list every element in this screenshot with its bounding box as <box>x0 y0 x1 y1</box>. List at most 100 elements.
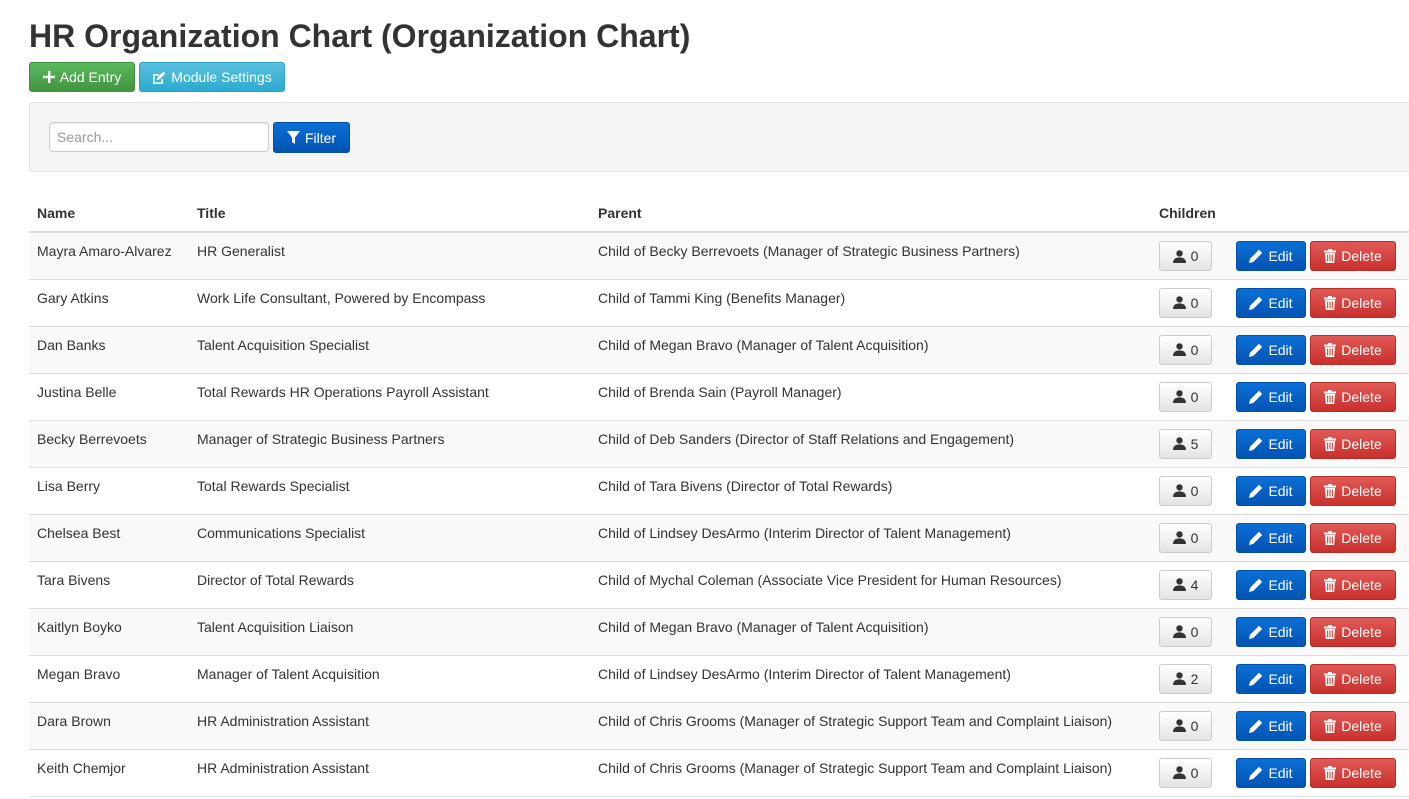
edit-label: Edit <box>1268 482 1293 499</box>
delete-button[interactable]: Delete <box>1310 757 1396 788</box>
children-count: 0 <box>1190 294 1199 311</box>
add-entry-button[interactable]: Add Entry <box>29 62 135 92</box>
cell-title: HR Administration Assistant <box>189 701 590 749</box>
edit-button[interactable]: Edit <box>1236 710 1306 741</box>
children-count: 0 <box>1190 529 1199 546</box>
cell-children: 0 <box>1151 513 1228 561</box>
edit-button[interactable]: Edit <box>1236 241 1306 271</box>
pencil-icon <box>1249 719 1263 733</box>
cell-name: Becky Berrevoets <box>29 419 189 467</box>
delete-label: Delete <box>1341 670 1382 687</box>
edit-label: Edit <box>1268 388 1293 405</box>
edit-button[interactable]: Edit <box>1236 616 1306 647</box>
children-count-button[interactable]: 0 <box>1159 757 1212 788</box>
user-icon <box>1172 766 1186 779</box>
filter-button[interactable]: Filter <box>273 122 350 153</box>
employee-name: Keith Chemjor <box>37 759 126 776</box>
user-icon <box>1172 484 1186 497</box>
delete-button[interactable]: Delete <box>1310 710 1396 741</box>
table-row: Megan Bravo Manager of Talent Acquisitio… <box>29 654 1409 702</box>
filter-panel: Filter <box>29 102 1409 172</box>
trash-icon <box>1324 577 1337 592</box>
trash-icon <box>1324 530 1337 545</box>
cell-actions: Edit Delete <box>1228 701 1409 749</box>
delete-button[interactable]: Delete <box>1310 428 1396 459</box>
delete-button[interactable]: Delete <box>1310 381 1396 412</box>
delete-button[interactable]: Delete <box>1310 241 1396 271</box>
employee-parent: Child of Chris Grooms (Manager of Strate… <box>598 712 1113 729</box>
cell-children: 0 <box>1151 278 1228 326</box>
trash-icon <box>1324 671 1337 686</box>
cell-children: 0 <box>1151 748 1228 797</box>
employee-title: Director of Total Rewards <box>197 571 354 588</box>
children-count-button[interactable]: 4 <box>1159 569 1212 600</box>
row-actions: Edit Delete <box>1236 757 1409 788</box>
delete-label: Delete <box>1341 482 1382 499</box>
user-icon <box>1172 578 1186 591</box>
delete-label: Delete <box>1341 435 1382 452</box>
delete-button[interactable]: Delete <box>1310 522 1396 553</box>
children-count-button[interactable]: 0 <box>1159 475 1212 506</box>
cell-actions: Edit Delete <box>1228 560 1409 608</box>
header-name[interactable]: Name <box>29 195 189 233</box>
delete-button[interactable]: Delete <box>1310 334 1396 365</box>
cell-parent: Child of Chris Grooms (Manager of Strate… <box>590 701 1151 749</box>
trash-icon <box>1324 342 1337 357</box>
edit-button[interactable]: Edit <box>1236 381 1306 412</box>
header-title[interactable]: Title <box>189 195 590 233</box>
cell-title: Work Life Consultant, Powered by Encompa… <box>189 278 590 326</box>
pencil-icon <box>1249 484 1263 498</box>
table-row: Justina Belle Total Rewards HR Operation… <box>29 372 1409 420</box>
edit-button[interactable]: Edit <box>1236 475 1306 506</box>
children-count-button[interactable]: 0 <box>1159 241 1212 271</box>
trash-icon <box>1324 295 1337 310</box>
children-count: 0 <box>1190 341 1199 358</box>
delete-button[interactable]: Delete <box>1310 616 1396 647</box>
header-actions <box>1228 195 1409 233</box>
children-count-button[interactable]: 0 <box>1159 287 1212 318</box>
delete-label: Delete <box>1341 576 1382 593</box>
cell-title: Total Rewards Specialist <box>189 466 590 514</box>
edit-button[interactable]: Edit <box>1236 569 1306 600</box>
edit-button[interactable]: Edit <box>1236 334 1306 365</box>
cell-children: 0 <box>1151 372 1228 420</box>
cell-name: Dara Brown <box>29 701 189 749</box>
add-entry-label: Add Entry <box>59 69 122 85</box>
table-body: Mayra Amaro-Alvarez HR Generalist Child … <box>29 231 1409 797</box>
pencil-icon <box>1249 249 1263 263</box>
table-row: Tara Bivens Director of Total Rewards Ch… <box>29 560 1409 608</box>
edit-button[interactable]: Edit <box>1236 663 1306 694</box>
employee-name: Becky Berrevoets <box>37 430 147 447</box>
edit-button[interactable]: Edit <box>1236 522 1306 553</box>
children-count-button[interactable]: 0 <box>1159 522 1212 553</box>
row-actions: Edit Delete <box>1236 334 1409 365</box>
delete-label: Delete <box>1341 248 1382 264</box>
edit-button[interactable]: Edit <box>1236 757 1306 788</box>
delete-label: Delete <box>1341 623 1382 640</box>
children-count-button[interactable]: 5 <box>1159 428 1212 459</box>
cell-actions: Edit Delete <box>1228 231 1409 279</box>
employee-parent: Child of Lindsey DesArmo (Interim Direct… <box>598 524 1011 541</box>
cell-title: HR Generalist <box>189 231 590 279</box>
user-icon <box>1172 343 1186 356</box>
delete-button[interactable]: Delete <box>1310 569 1396 600</box>
edit-label: Edit <box>1268 576 1293 593</box>
delete-button[interactable]: Delete <box>1310 475 1396 506</box>
edit-button[interactable]: Edit <box>1236 428 1306 459</box>
children-count-button[interactable]: 0 <box>1159 710 1212 741</box>
module-settings-button[interactable]: Module Settings <box>139 62 285 92</box>
children-count-button[interactable]: 0 <box>1159 334 1212 365</box>
header-parent[interactable]: Parent <box>590 195 1151 233</box>
delete-button[interactable]: Delete <box>1310 663 1396 694</box>
cell-parent: Child of Becky Berrevoets (Manager of St… <box>590 231 1151 279</box>
cell-actions: Edit Delete <box>1228 513 1409 561</box>
search-input[interactable] <box>49 122 269 152</box>
edit-button[interactable]: Edit <box>1236 287 1306 318</box>
children-count-button[interactable]: 0 <box>1159 381 1212 412</box>
header-children[interactable]: Children <box>1151 195 1228 233</box>
trash-icon <box>1324 718 1337 733</box>
row-actions: Edit Delete <box>1236 522 1409 553</box>
delete-button[interactable]: Delete <box>1310 287 1396 318</box>
children-count-button[interactable]: 2 <box>1159 663 1212 694</box>
children-count-button[interactable]: 0 <box>1159 616 1212 647</box>
